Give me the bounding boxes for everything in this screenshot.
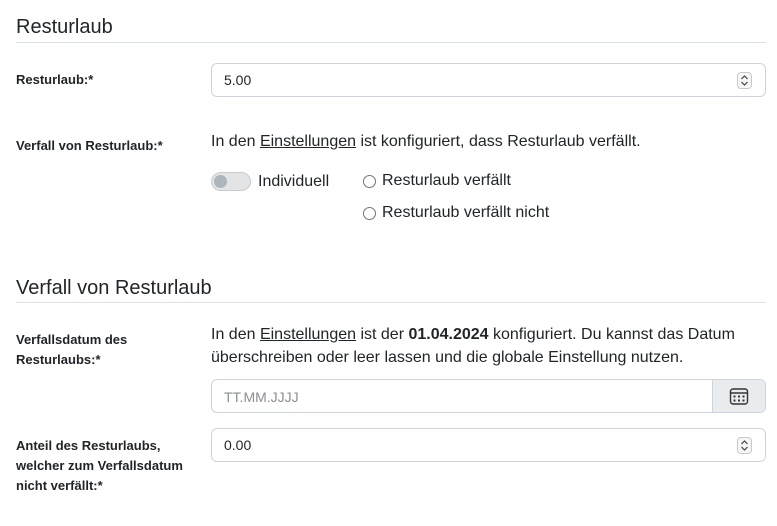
- section-divider: [16, 42, 766, 43]
- radio-button[interactable]: [363, 174, 376, 188]
- date-placeholder: TT.MM.JJJJ: [224, 389, 299, 405]
- verfallsdatum-label: Verfallsdatum des Resturlaubs:*: [16, 332, 128, 367]
- radio-label: Resturlaub verfällt: [382, 172, 511, 189]
- verfall-info: In den Einstellungen ist konfiguriert, d…: [211, 130, 641, 153]
- verfall-label: Verfall von Resturlaub:*: [16, 138, 163, 153]
- radio-label: Resturlaub verfällt nicht: [382, 204, 550, 221]
- form-page: Resturlaub Resturlaub:* 5.00 Verfall von…: [0, 0, 777, 526]
- verfallsdatum-info-line2: überschreiben oder leer lassen und die g…: [211, 349, 684, 366]
- resturlaub-value: 5.00: [224, 72, 252, 88]
- radio-option-verfaellt[interactable]: Resturlaub verfällt: [363, 170, 511, 192]
- section-title-verfall: Verfall von Resturlaub: [16, 277, 212, 299]
- info-suffix: konfiguriert. Du kannst das Datum: [488, 326, 735, 343]
- calendar-button[interactable]: [712, 380, 765, 412]
- radio-button[interactable]: [363, 206, 376, 220]
- anteil-input[interactable]: 0.00: [211, 428, 766, 462]
- verfallsdatum-info-line1: In den Einstellungen ist der 01.04.2024 …: [211, 323, 735, 346]
- section-divider: [16, 302, 766, 303]
- einstellungen-link[interactable]: Einstellungen: [260, 133, 356, 150]
- spinner-arrows-icon: [741, 440, 748, 451]
- resturlaub-label: Resturlaub:*: [16, 72, 94, 87]
- info-middle: ist der: [356, 326, 409, 343]
- radio-option-verfaellt-nicht[interactable]: Resturlaub verfällt nicht: [363, 202, 549, 224]
- spinner-arrows-icon: [741, 75, 748, 86]
- individuell-label: Individuell: [258, 173, 330, 190]
- einstellungen-link[interactable]: Einstellungen: [260, 326, 356, 343]
- number-spinner[interactable]: [737, 72, 752, 89]
- verfall-info-prefix: In den: [211, 133, 260, 150]
- toggle-knob: [214, 175, 227, 188]
- global-date: 01.04.2024: [408, 326, 489, 343]
- verfallsdatum-input[interactable]: TT.MM.JJJJ: [211, 379, 766, 413]
- calendar-icon: [729, 388, 749, 405]
- verfall-info-suffix: ist konfiguriert, dass Resturlaub verfäl…: [356, 133, 641, 150]
- anteil-value: 0.00: [224, 437, 252, 453]
- section-title-resturlaub: Resturlaub: [16, 16, 113, 38]
- resturlaub-input[interactable]: 5.00: [211, 63, 766, 97]
- number-spinner[interactable]: [737, 437, 752, 454]
- individuell-toggle[interactable]: [211, 172, 251, 191]
- anteil-label: Anteil des Resturlaubs, welcher zum Verf…: [16, 438, 183, 493]
- info-prefix: In den: [211, 326, 260, 343]
